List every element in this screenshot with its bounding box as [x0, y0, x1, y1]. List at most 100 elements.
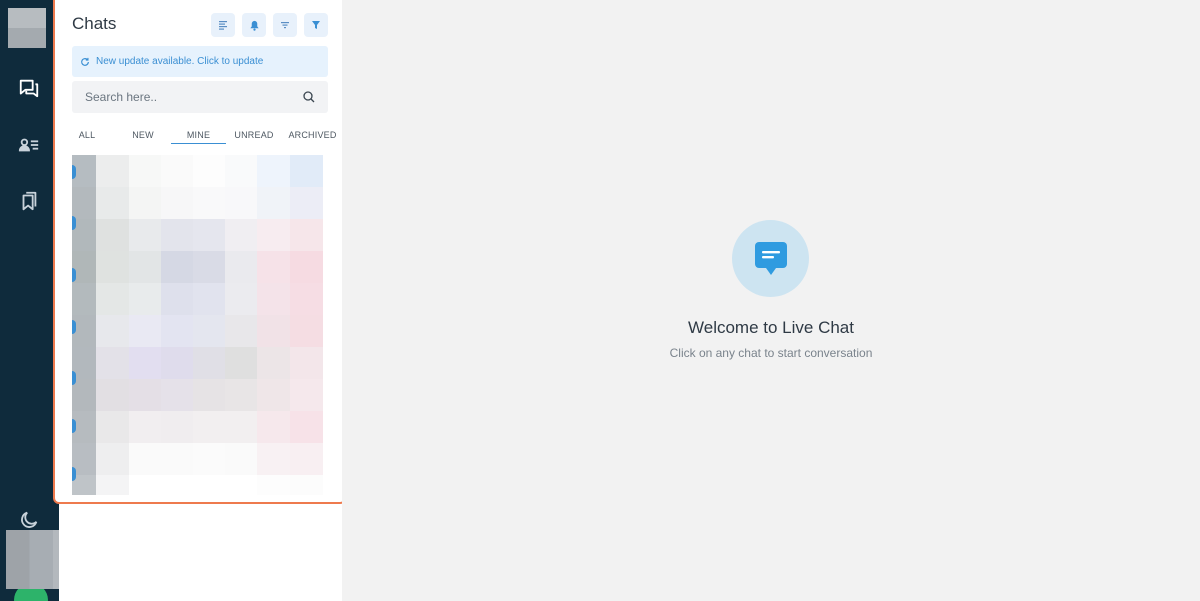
blur-cell: [161, 379, 193, 411]
blur-cell: [225, 411, 257, 443]
welcome-illustration: [732, 220, 809, 297]
notification-icon: [249, 20, 259, 31]
blur-cell: [129, 315, 161, 347]
tab-new[interactable]: NEW: [127, 126, 159, 144]
blur-cell: [225, 347, 257, 379]
blur-cell: [257, 347, 290, 379]
filter-button[interactable]: [304, 13, 328, 37]
blur-cell: [129, 411, 161, 443]
blur-cell: [290, 347, 323, 379]
blur-cell: [193, 475, 225, 495]
panel-title: Chats: [72, 14, 117, 33]
update-banner[interactable]: New update available. Click to update: [72, 46, 328, 77]
chat-list[interactable]: [72, 155, 328, 495]
blur-cell: [96, 283, 129, 315]
chat-status-dot: [72, 371, 76, 385]
refresh-icon: [81, 57, 89, 66]
blur-cell: [193, 187, 225, 219]
blur-cell: [96, 443, 129, 475]
app-sidebar: [0, 0, 59, 601]
blur-cell: [193, 219, 225, 251]
blur-cell: [161, 475, 193, 495]
blur-cell: [193, 251, 225, 283]
blur-cell: [161, 251, 193, 283]
blur-cell: [129, 155, 161, 187]
sort-button[interactable]: [273, 13, 297, 37]
chat-filter-tabs: ALL NEW MINE UNREAD ARCHIVED: [72, 126, 340, 146]
blur-cell: [257, 411, 290, 443]
chat-bubble-icon: [754, 241, 787, 275]
update-banner-text: New update available. Click to update: [96, 56, 264, 67]
filter-icon: [312, 21, 320, 29]
bookmarks-icon[interactable]: [16, 188, 42, 214]
blur-cell: [225, 283, 257, 315]
blur-cell: [96, 475, 129, 495]
chat-status-dot: [72, 419, 76, 433]
blur-cell: [225, 315, 257, 347]
blur-cell: [290, 219, 323, 251]
blur-cell: [290, 283, 323, 315]
search-box: [72, 81, 328, 113]
blur-cell: [225, 219, 257, 251]
notification-button[interactable]: [242, 13, 266, 37]
blur-cell: [129, 187, 161, 219]
welcome-subtitle: Click on any chat to start conversation: [669, 346, 873, 360]
chat-list-blurred-content: [72, 155, 323, 495]
chats-icon[interactable]: [16, 75, 42, 101]
app-logo[interactable]: [8, 8, 46, 48]
blur-cell: [257, 219, 290, 251]
sort-icon: [281, 22, 289, 29]
blur-cell: [96, 187, 129, 219]
contacts-icon[interactable]: [16, 132, 42, 158]
blur-cell: [96, 315, 129, 347]
search-icon[interactable]: [302, 90, 316, 104]
blur-cell: [290, 315, 323, 347]
blur-cell: [225, 251, 257, 283]
blur-cell: [129, 251, 161, 283]
list-view-button[interactable]: [211, 13, 235, 37]
blur-cell: [193, 315, 225, 347]
blur-cell: [193, 443, 225, 475]
search-input[interactable]: [72, 81, 292, 113]
blur-cell: [257, 379, 290, 411]
tab-unread[interactable]: UNREAD: [232, 126, 276, 144]
blur-cell: [96, 379, 129, 411]
blur-cell: [193, 283, 225, 315]
blur-cell: [96, 347, 129, 379]
blur-cell: [193, 155, 225, 187]
blur-cell: [193, 411, 225, 443]
blur-cell: [257, 187, 290, 219]
blur-cell: [129, 283, 161, 315]
blur-cell: [225, 379, 257, 411]
tab-all[interactable]: ALL: [72, 126, 102, 144]
blur-cell: [193, 379, 225, 411]
chat-status-dot: [72, 165, 76, 179]
blur-cell: [225, 443, 257, 475]
blur-cell: [72, 379, 96, 411]
blur-cell: [257, 155, 290, 187]
blur-cell: [257, 315, 290, 347]
blur-cell: [193, 347, 225, 379]
blur-cell: [129, 219, 161, 251]
blur-cell: [290, 155, 323, 187]
blur-cell: [257, 251, 290, 283]
blur-cell: [290, 187, 323, 219]
blur-cell: [225, 187, 257, 219]
tab-archived[interactable]: ARCHIVED: [285, 126, 340, 144]
blur-cell: [72, 283, 96, 315]
welcome-title: Welcome to Live Chat: [688, 318, 854, 337]
blur-cell: [161, 219, 193, 251]
blur-cell: [290, 251, 323, 283]
blur-cell: [225, 155, 257, 187]
chat-status-dot: [72, 467, 76, 481]
tab-mine[interactable]: MINE: [171, 126, 226, 144]
chat-status-dot: [72, 268, 76, 282]
blur-cell: [96, 155, 129, 187]
blur-cell: [129, 475, 161, 495]
blur-cell: [96, 251, 129, 283]
blur-cell: [161, 283, 193, 315]
blur-cell: [161, 443, 193, 475]
blur-cell: [290, 411, 323, 443]
blur-cell: [96, 219, 129, 251]
conversation-pane: Welcome to Live Chat Click on any chat t…: [342, 0, 1200, 601]
